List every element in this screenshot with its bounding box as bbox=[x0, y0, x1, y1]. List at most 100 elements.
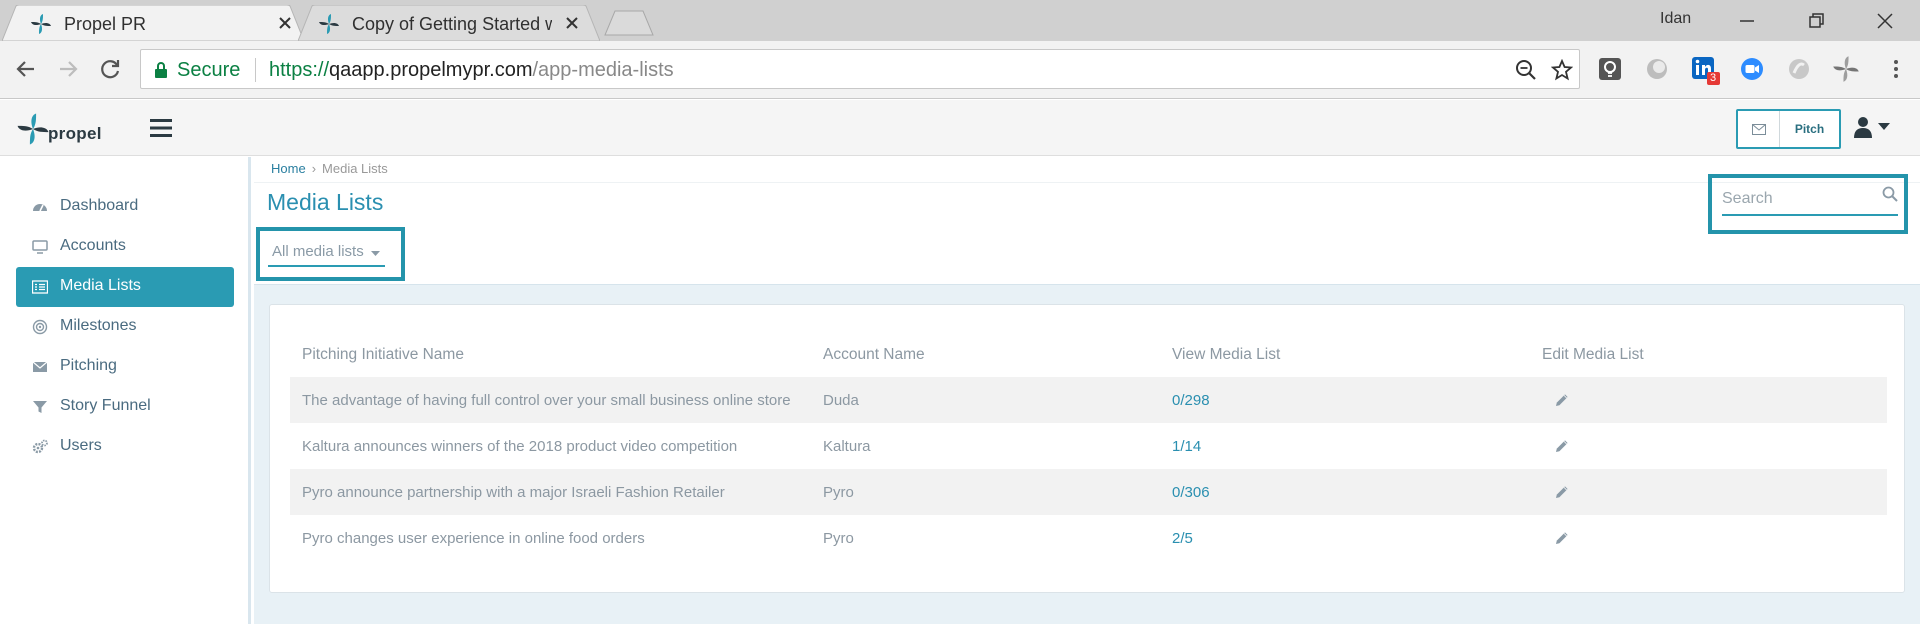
sidebar-item-dashboard[interactable]: Dashboard bbox=[16, 187, 234, 227]
sidebar-item-story-funnel[interactable]: Story Funnel bbox=[16, 387, 234, 427]
forward-arrow-icon[interactable] bbox=[54, 55, 82, 83]
propel-favicon-icon bbox=[30, 13, 52, 35]
user-icon bbox=[1854, 117, 1890, 138]
new-tab-button[interactable] bbox=[603, 10, 655, 36]
url-scheme: https:// bbox=[269, 59, 330, 81]
filter-selected-value: All media lists bbox=[272, 243, 364, 260]
sidebar-item-users[interactable]: Users bbox=[16, 427, 234, 467]
column-header-edit-media-list[interactable]: Edit Media List bbox=[1542, 333, 1644, 377]
back-arrow-icon[interactable] bbox=[12, 55, 40, 83]
view-media-list-link[interactable]: 2/5 bbox=[1172, 515, 1193, 561]
media-lists-card: Pitching Initiative Name Account Name Vi… bbox=[269, 304, 1905, 593]
table-row: Pyro changes user experience in online f… bbox=[290, 515, 1887, 561]
column-header-account-name[interactable]: Account Name bbox=[823, 333, 925, 377]
lock-icon[interactable] bbox=[153, 61, 169, 79]
zoom-extension-icon[interactable] bbox=[1738, 55, 1766, 83]
sidebar: Dashboard Accounts Media Lists Milestone… bbox=[0, 157, 251, 624]
bookmark-star-icon[interactable] bbox=[1551, 59, 1573, 81]
header-divider bbox=[254, 182, 1920, 183]
search-underline bbox=[1722, 214, 1898, 216]
sidebar-item-label: Media Lists bbox=[60, 277, 141, 294]
media-list-filter-highlight: All media lists bbox=[256, 227, 405, 281]
url-host: qaapp.propelmypr.com bbox=[329, 59, 533, 81]
secure-label[interactable]: Secure bbox=[177, 59, 240, 82]
sidebar-item-pitching[interactable]: Pitching bbox=[16, 347, 234, 387]
close-tab-icon[interactable] bbox=[561, 12, 583, 34]
column-header-view-media-list[interactable]: View Media List bbox=[1172, 333, 1280, 377]
main-content: Home › Media Lists Media Lists All media… bbox=[254, 157, 1920, 624]
caret-down-icon bbox=[371, 251, 380, 256]
search-highlight bbox=[1708, 174, 1908, 234]
browser-tab-active[interactable]: Propel PR bbox=[2, 5, 304, 41]
breadcrumb-home-link[interactable]: Home bbox=[271, 161, 306, 176]
column-header-pitching-initiative[interactable]: Pitching Initiative Name bbox=[302, 333, 464, 377]
dashboard-icon bbox=[32, 199, 48, 215]
edit-pencil-icon[interactable] bbox=[1542, 423, 1570, 469]
sidebar-item-label: Story Funnel bbox=[60, 397, 151, 414]
view-media-list-link[interactable]: 0/306 bbox=[1172, 469, 1210, 515]
page-header: Home › Media Lists Media Lists All media… bbox=[254, 157, 1920, 285]
envelope-icon bbox=[1751, 123, 1766, 135]
envelope-icon bbox=[32, 359, 48, 375]
breadcrumb-current: Media Lists bbox=[322, 161, 388, 176]
pitching-initiative-name: Pyro changes user experience in online f… bbox=[302, 529, 645, 547]
pitching-initiative-name: Kaltura announces winners of the 2018 pr… bbox=[302, 437, 738, 455]
chrome-menu-icon[interactable] bbox=[1882, 55, 1910, 83]
propel-extension-icon[interactable] bbox=[1832, 55, 1860, 83]
sidebar-item-accounts[interactable]: Accounts bbox=[16, 227, 234, 267]
view-media-list-link[interactable]: 0/298 bbox=[1172, 377, 1210, 423]
linkedin-badge: 3 bbox=[1710, 72, 1717, 84]
reload-icon[interactable] bbox=[96, 55, 124, 83]
media-list-filter-dropdown[interactable]: All media lists bbox=[268, 239, 385, 267]
close-window-icon[interactable] bbox=[1870, 6, 1900, 36]
browser-tab[interactable]: Copy of Getting Started w bbox=[298, 5, 600, 41]
logo-text[interactable]: propel bbox=[48, 124, 102, 144]
lightbulb-extension-icon[interactable] bbox=[1596, 55, 1624, 83]
linkedin-extension-icon[interactable]: 3 bbox=[1690, 55, 1720, 85]
close-tab-icon[interactable] bbox=[274, 12, 296, 34]
target-icon bbox=[32, 319, 48, 335]
address-bar[interactable]: Secure https://qaapp.propelmypr.com/app-… bbox=[140, 49, 1580, 89]
mail-button[interactable] bbox=[1738, 111, 1780, 147]
user-menu[interactable] bbox=[1854, 116, 1892, 138]
minimize-icon[interactable] bbox=[1732, 6, 1762, 36]
circle-extension-icon[interactable] bbox=[1643, 55, 1671, 83]
browser-tabstrip: Propel PR Copy of Getting Started w Idan bbox=[0, 0, 1920, 41]
address-separator bbox=[255, 58, 256, 82]
funnel-icon bbox=[32, 399, 48, 415]
zoom-out-icon[interactable] bbox=[1515, 59, 1537, 81]
edit-pencil-icon[interactable] bbox=[1542, 469, 1570, 515]
profile-name[interactable]: Idan bbox=[1660, 10, 1691, 28]
search-icon[interactable] bbox=[1882, 186, 1898, 202]
sidebar-item-label: Milestones bbox=[60, 317, 137, 334]
propel-logo-icon[interactable] bbox=[16, 112, 50, 146]
pitching-initiative-name: The advantage of having full control ove… bbox=[302, 391, 791, 409]
page-title: Media Lists bbox=[267, 189, 384, 215]
sidebar-item-label: Accounts bbox=[60, 237, 126, 254]
pitch-button-group: Pitch bbox=[1736, 109, 1841, 149]
pitching-initiative-name: Pyro announce partnership with a major I… bbox=[302, 483, 725, 501]
url-path: /app-media-lists bbox=[532, 59, 674, 81]
sidebar-item-milestones[interactable]: Milestones bbox=[16, 307, 234, 347]
list-icon bbox=[32, 279, 48, 295]
view-media-list-link[interactable]: 1/14 bbox=[1172, 423, 1201, 469]
url-text[interactable]: https://qaapp.propelmypr.com/app-media-l… bbox=[269, 59, 674, 82]
breadcrumb-separator: › bbox=[311, 161, 317, 176]
pitch-button[interactable]: Pitch bbox=[1780, 111, 1839, 147]
breadcrumb: Home › Media Lists bbox=[271, 161, 388, 176]
restore-icon[interactable] bbox=[1801, 6, 1831, 36]
app-header: propel Pitch bbox=[0, 100, 1920, 156]
gray-extension-icon[interactable] bbox=[1785, 55, 1813, 83]
account-name: Pyro bbox=[823, 529, 854, 547]
hamburger-menu-icon[interactable] bbox=[150, 119, 172, 137]
search-input[interactable] bbox=[1722, 186, 1872, 212]
edit-pencil-icon[interactable] bbox=[1542, 377, 1570, 423]
sidebar-item-media-lists[interactable]: Media Lists bbox=[16, 267, 234, 307]
tab-title: Copy of Getting Started w bbox=[352, 14, 552, 34]
monitor-icon bbox=[32, 239, 48, 255]
account-name: Pyro bbox=[823, 483, 854, 501]
account-name: Duda bbox=[823, 391, 859, 409]
sidebar-item-label: Pitching bbox=[60, 357, 117, 374]
edit-pencil-icon[interactable] bbox=[1542, 515, 1570, 561]
table-row: The advantage of having full control ove… bbox=[290, 377, 1887, 423]
